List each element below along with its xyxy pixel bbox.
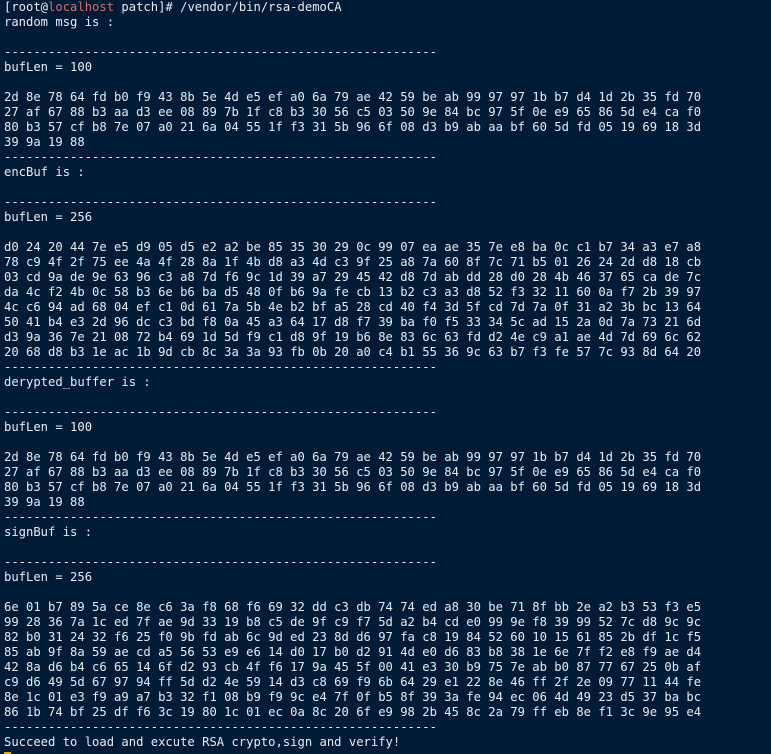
hex-line: 78 c9 4f 2f 75 ee 4a 4f 28 8a 1f 4b d8 a… (4, 255, 702, 269)
hex-line: 39 9a 19 88 (4, 495, 85, 509)
hex-line: da 4c f2 4b 0c 58 b3 6e b6 ba d5 48 0f b… (4, 285, 702, 299)
terminal-window[interactable]: [root@localhost patch]# /vendor/bin/rsa-… (0, 0, 771, 754)
separator-line: ----------------------------------------… (4, 45, 437, 59)
hex-line: 03 cd 9a de 9e 63 96 c3 a8 7d f6 9c 1d 3… (4, 270, 702, 284)
section-title-random-msg: random msg is : (4, 15, 115, 29)
hex-line: 42 8a d6 b4 c6 65 14 6f d2 93 cb 4f f6 1… (4, 660, 702, 674)
separator-line: ----------------------------------------… (4, 555, 437, 569)
separator-line: ----------------------------------------… (4, 195, 437, 209)
section-title-encbuf: encBuf is : (4, 165, 85, 179)
separator-line: ----------------------------------------… (4, 405, 437, 419)
hex-line: 27 af 67 88 b3 aa d3 ee 08 89 7b 1f c8 b… (4, 465, 702, 479)
hex-line: 6e 01 b7 89 5a ce 8e c6 3a f8 68 f6 69 3… (4, 600, 702, 614)
separator-line: ----------------------------------------… (4, 150, 437, 164)
buflen-encbuf: bufLen = 256 (4, 210, 93, 224)
section-title-decrypted: derypted_buffer is : (4, 375, 151, 389)
hex-line: d3 9a 36 7e 21 08 72 b4 69 1d 5d f9 c1 d… (4, 330, 702, 344)
hex-line: 86 1b 74 bf 25 df f6 3c 19 80 1c 01 ec 0… (4, 705, 702, 719)
hex-line: 50 41 b4 e3 2d 96 dc c3 bd f8 0a 45 a3 6… (4, 315, 702, 329)
section-title-signbuf: signBuf is : (4, 525, 93, 539)
hex-line: 39 9a 19 88 (4, 135, 85, 149)
buflen-signbuf: bufLen = 256 (4, 570, 93, 584)
hex-line: 80 b3 57 cf b8 7e 07 a0 21 6a 04 55 1f f… (4, 480, 702, 494)
command-prompt-line: [root@localhost patch]# /vendor/bin/rsa-… (4, 0, 771, 15)
hex-line: c9 d6 49 5d 67 97 94 ff 5d d2 4e 59 14 d… (4, 675, 702, 689)
hex-line: 4c c6 94 ad 68 04 ef c1 0d 61 7a 5b 4e b… (4, 300, 702, 314)
cursor-line[interactable] (4, 750, 771, 754)
hex-line: 8e 1c 01 e3 f9 a9 a7 b3 32 f1 08 b9 f9 9… (4, 690, 702, 704)
hex-line: d0 24 20 44 7e e5 d9 05 d5 e2 a2 be 85 3… (4, 240, 702, 254)
success-message-line: Succeed to load and excute RSA crypto,si… (4, 735, 771, 750)
buflen-decrypted: bufLen = 100 (4, 420, 93, 434)
separator-line: ----------------------------------------… (4, 360, 437, 374)
separator-line: ----------------------------------------… (4, 720, 437, 734)
hex-line: 82 b0 31 24 32 f6 25 f0 9b fd ab 6c 9d e… (4, 630, 702, 644)
buflen-random-msg: bufLen = 100 (4, 60, 93, 74)
hex-line: 80 b3 57 cf b8 7e 07 a0 21 6a 04 55 1f f… (4, 120, 702, 134)
hex-line: 2d 8e 78 64 fd b0 f9 43 8b 5e 4d e5 ef a… (4, 450, 702, 464)
prompt-open: [root@ (4, 0, 49, 14)
hex-line: 20 68 d8 b3 1e ac 1b 9d cb 8c 3a 3a 93 f… (4, 345, 702, 359)
hex-line: 2d 8e 78 64 fd b0 f9 43 8b 5e 4d e5 ef a… (4, 90, 702, 104)
hex-line: 27 af 67 88 b3 aa d3 ee 08 89 7b 1f c8 b… (4, 105, 702, 119)
separator-line: ----------------------------------------… (4, 510, 437, 524)
hex-line: 99 28 36 7a 1c ed 7f ae 9d 33 19 b8 c5 d… (4, 615, 702, 629)
prompt-command: patch]# /vendor/bin/rsa-demoCA (114, 0, 342, 14)
success-message: Succeed to load and excute RSA crypto,si… (4, 735, 401, 749)
prompt-hostname: localhost (48, 0, 115, 14)
hex-line: 85 ab 9f 8a 59 ae cd a5 56 53 e9 e6 14 d… (4, 645, 702, 659)
